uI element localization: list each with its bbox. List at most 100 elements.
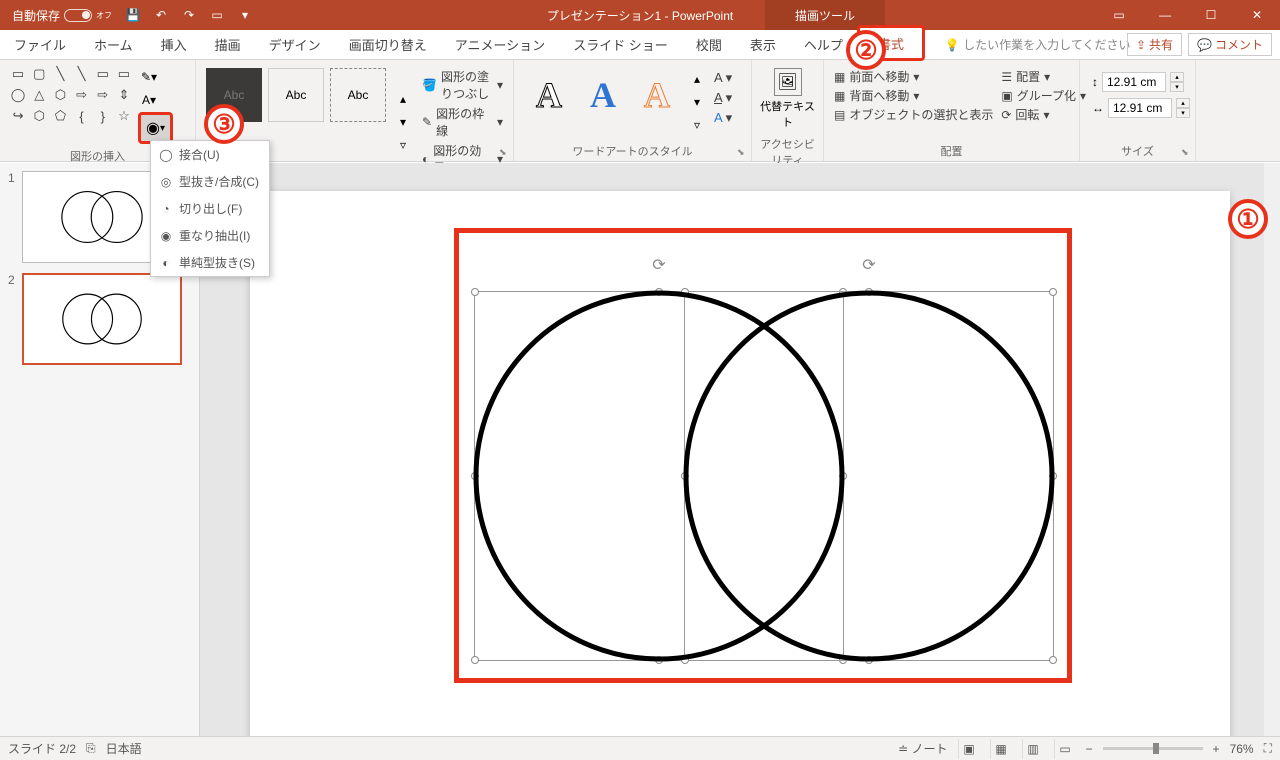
style-preset[interactable]: Abc <box>330 68 386 122</box>
dialog-launcher-icon[interactable]: ⬊ <box>737 147 749 159</box>
gallery-up-icon[interactable]: ▴ <box>392 88 414 110</box>
gallery-more-icon[interactable]: ▿ <box>392 134 414 156</box>
spin-down-icon[interactable]: ▾ <box>1176 108 1190 118</box>
gallery-up-icon[interactable]: ▴ <box>686 68 708 90</box>
shape-icon[interactable]: ◯ <box>8 85 28 105</box>
shape-icon[interactable]: ╲ <box>71 64 91 84</box>
tab-draw[interactable]: 描画 <box>201 30 255 60</box>
normal-view-icon[interactable]: ▣ <box>958 739 980 759</box>
circle-shape[interactable] <box>686 293 1052 659</box>
minimize-icon[interactable]: — <box>1142 0 1188 30</box>
vertical-scrollbar[interactable] <box>1264 163 1280 736</box>
tab-transitions[interactable]: 画面切り替え <box>335 30 441 60</box>
wordart-preset[interactable]: A <box>524 68 574 122</box>
shape-icon[interactable]: ▭ <box>93 64 113 84</box>
tell-me-input[interactable]: 💡 したい作業を入力してください <box>945 36 1131 53</box>
slide-canvas-area[interactable]: ⟳ ⟳ <box>200 163 1280 736</box>
ribbon-options-icon[interactable]: ▭ <box>1096 0 1142 30</box>
group-button[interactable]: ▣グループ化 ▾ <box>1001 87 1086 104</box>
shape-icon[interactable]: ▭ <box>114 64 134 84</box>
tab-design[interactable]: デザイン <box>255 30 335 60</box>
slideshow-view-icon[interactable]: ▭ <box>1054 739 1076 759</box>
spin-up-icon[interactable]: ▴ <box>1170 72 1184 82</box>
tab-animations[interactable]: アニメーション <box>441 30 559 60</box>
wordart-gallery[interactable]: A A A ▴ ▾ ▿ <box>520 62 712 142</box>
slideshow-icon[interactable]: ▭ <box>204 2 230 28</box>
shape-icon[interactable]: ⇨ <box>93 85 113 105</box>
circle-shape[interactable] <box>476 293 842 659</box>
gallery-down-icon[interactable]: ▾ <box>392 111 414 133</box>
shape-icon[interactable]: { <box>71 106 91 126</box>
zoom-level[interactable]: 76% <box>1230 742 1254 756</box>
tab-view[interactable]: 表示 <box>736 30 790 60</box>
rotate-button[interactable]: ⟳回転 ▾ <box>1001 106 1086 123</box>
shape-icon[interactable]: △ <box>29 85 49 105</box>
text-outline-button[interactable]: A ▾ <box>714 90 732 106</box>
textbox-button[interactable]: A▾ <box>138 89 160 111</box>
tab-slideshow[interactable]: スライド ショー <box>559 30 682 60</box>
zoom-in-icon[interactable]: + <box>1213 742 1220 756</box>
width-input[interactable] <box>1108 98 1172 118</box>
alt-text-button[interactable]: 代替テキスト <box>760 98 815 130</box>
menu-intersect[interactable]: ◉重なり抽出(I) <box>151 222 269 249</box>
accessibility-check-icon[interactable]: ⎘ <box>86 741 96 756</box>
shape-icon[interactable]: ⬡ <box>50 85 70 105</box>
shape-fill-button[interactable]: 🪣図形の塗りつぶし ▾ <box>422 68 503 102</box>
tab-insert[interactable]: 挿入 <box>147 30 201 60</box>
undo-icon[interactable]: ↶ <box>148 2 174 28</box>
style-preset[interactable]: Abc <box>268 68 324 122</box>
language-indicator[interactable]: 日本語 <box>106 740 142 757</box>
more-icon[interactable]: ▾ <box>232 2 258 28</box>
shape-icon[interactable]: ☆ <box>114 106 134 126</box>
gallery-more-icon[interactable]: ▿ <box>686 114 708 136</box>
close-icon[interactable]: ✕ <box>1234 0 1280 30</box>
text-fill-button[interactable]: A ▾ <box>714 70 732 86</box>
share-button[interactable]: ⇪共有 <box>1127 33 1182 56</box>
menu-combine[interactable]: ◎型抜き/合成(C) <box>151 168 269 195</box>
align-button[interactable]: ☰配置 ▾ <box>1001 68 1086 85</box>
sorter-view-icon[interactable]: ▦ <box>990 739 1012 759</box>
redo-icon[interactable]: ↷ <box>176 2 202 28</box>
shape-icon[interactable]: ▭ <box>8 64 28 84</box>
menu-subtract[interactable]: ◐単純型抜き(S) <box>151 249 269 276</box>
shapes-gallery[interactable]: ▭▢╲╲▭▭ ◯△⬡⇨⇨⇕ ↪⬡⬠{}☆ <box>6 62 136 148</box>
send-backward-button[interactable]: ▦背面へ移動 ▾ <box>834 87 993 104</box>
bring-forward-button[interactable]: ▦前面へ移動 ▾ <box>834 68 993 85</box>
slide-canvas[interactable]: ⟳ ⟳ <box>250 191 1230 736</box>
shape-icon[interactable]: ⬡ <box>29 106 49 126</box>
shape-icon[interactable]: ↪ <box>8 106 28 126</box>
shape-outline-button[interactable]: ✎図形の枠線 ▾ <box>422 105 503 139</box>
shape-icon[interactable]: ⬠ <box>50 106 70 126</box>
shape-icon[interactable]: ⇕ <box>114 85 134 105</box>
text-effects-button[interactable]: A ▾ <box>714 110 732 126</box>
wordart-preset[interactable]: A <box>632 68 682 122</box>
zoom-slider[interactable] <box>1103 747 1203 750</box>
slide-thumbnail-2[interactable] <box>22 273 182 365</box>
dialog-launcher-icon[interactable]: ⬊ <box>499 147 511 159</box>
selection-pane-button[interactable]: ▤オブジェクトの選択と表示 <box>834 106 993 123</box>
gallery-down-icon[interactable]: ▾ <box>686 91 708 113</box>
zoom-out-icon[interactable]: − <box>1086 742 1093 756</box>
shape-icon[interactable]: } <box>93 106 113 126</box>
notes-button[interactable]: ≐ ノート <box>898 740 947 757</box>
tab-review[interactable]: 校閲 <box>682 30 736 60</box>
autosave-toggle[interactable]: 自動保存 オフ <box>6 7 118 24</box>
shape-icon[interactable]: ⇨ <box>71 85 91 105</box>
fit-window-icon[interactable]: ⛶ <box>1264 741 1272 756</box>
tab-home[interactable]: ホーム <box>80 30 147 60</box>
edit-shape-button[interactable]: ✎▾ <box>138 66 160 88</box>
shape-icon[interactable]: ▢ <box>29 64 49 84</box>
shape-icon[interactable]: ╲ <box>50 64 70 84</box>
reading-view-icon[interactable]: ▥ <box>1022 739 1044 759</box>
menu-union[interactable]: ◯接合(U) <box>151 141 269 168</box>
menu-fragment[interactable]: ◔切り出し(F) <box>151 195 269 222</box>
save-icon[interactable]: 💾 <box>120 2 146 28</box>
spin-down-icon[interactable]: ▾ <box>1170 82 1184 92</box>
wordart-preset[interactable]: A <box>578 68 628 122</box>
spin-up-icon[interactable]: ▴ <box>1176 98 1190 108</box>
tab-file[interactable]: ファイル <box>0 30 80 60</box>
maximize-icon[interactable]: ☐ <box>1188 0 1234 30</box>
height-input[interactable] <box>1102 72 1166 92</box>
comments-button[interactable]: 💬コメント <box>1188 33 1272 56</box>
dialog-launcher-icon[interactable]: ⬊ <box>1181 147 1193 159</box>
